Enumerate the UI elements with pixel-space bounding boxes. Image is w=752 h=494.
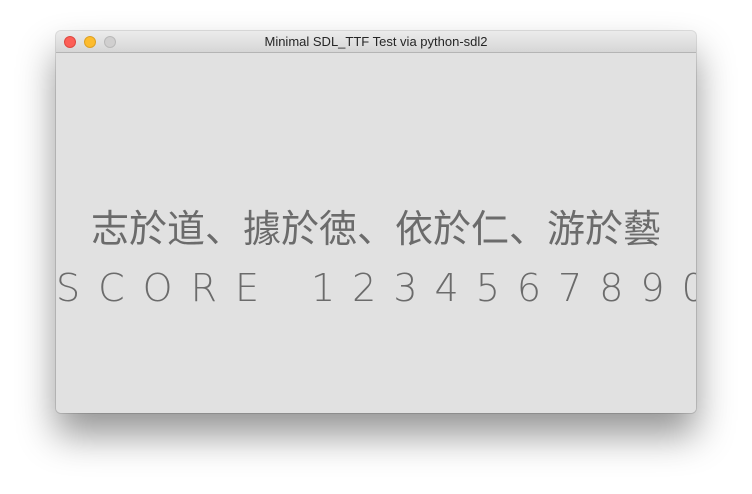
render-canvas: 志於道、據於徳、依於仁、游於藝 SCORE 1234567890	[56, 53, 696, 413]
title-bar[interactable]: Minimal SDL_TTF Test via python-sdl2	[56, 31, 696, 53]
cjk-text-line: 志於道、據於徳、依於仁、游於藝	[90, 207, 661, 251]
score-digits: 1234567890	[310, 266, 696, 310]
app-window: Minimal SDL_TTF Test via python-sdl2 志於道…	[56, 31, 696, 413]
window-title: Minimal SDL_TTF Test via python-sdl2	[264, 34, 488, 49]
score-line: SCORE 1234567890	[56, 265, 696, 311]
score-label: SCORE	[56, 266, 277, 310]
